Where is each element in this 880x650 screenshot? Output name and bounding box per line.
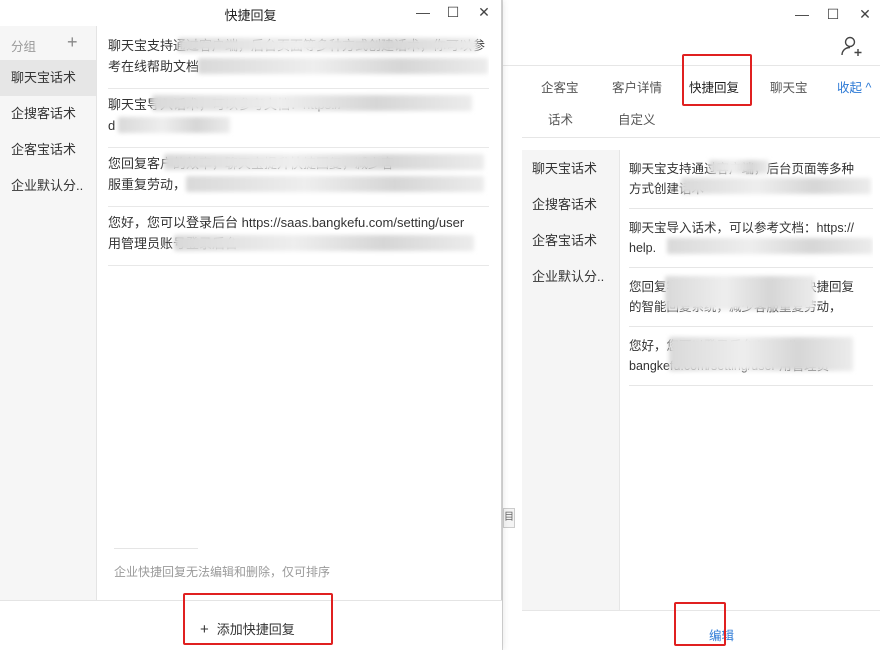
titlebar: 快捷回复 — ☐ ✕ xyxy=(0,0,501,26)
redaction xyxy=(669,337,853,371)
divider xyxy=(114,548,198,549)
bg-group-item[interactable]: 企客宝话术 xyxy=(532,230,597,249)
bg-group-sidebar: 聊天宝话术 企搜客话术 企客宝话术 企业默认分.. xyxy=(522,150,620,610)
highlight-box xyxy=(674,602,726,646)
subtab-scripts[interactable]: 话术 xyxy=(548,109,573,128)
bg-titlebar: — ☐ ✕ xyxy=(503,0,880,30)
reply-item[interactable]: 您回复客户的效率，聊天宝提升快捷回复，减少客 服重复劳动， xyxy=(108,148,489,207)
reply-item[interactable]: 聊天宝支持通过客户端，后台页面等多种方式创建话术，你可以参 考在线帮助文档 xyxy=(108,30,489,89)
enterprise-note: 企业快捷回复无法编辑和删除，仅可排序 xyxy=(114,565,331,579)
reply-text: 聊天宝导入话术，可以参考文档：https:// xyxy=(629,221,855,235)
group-header: 分组 + xyxy=(0,26,96,60)
reply-list: 聊天宝支持通过客户端，后台页面等多种方式创建话术，你可以参 考在线帮助文档 聊天… xyxy=(108,30,489,266)
group-item-qisouke[interactable]: 企搜客话术 xyxy=(0,96,96,132)
bg-reply-item[interactable]: 您回复客户的效率，聊天宝提升快捷回复 的智能回复系统，减少客服重复劳动， xyxy=(629,268,873,327)
bg-group-item[interactable]: 企业默认分.. xyxy=(532,266,604,285)
close-icon[interactable]: ✕ xyxy=(854,4,876,24)
group-item-liaotianbao[interactable]: 聊天宝话术 xyxy=(0,60,96,96)
bg-reply-item[interactable]: 聊天宝导入话术，可以参考文档：https:// help. xyxy=(629,209,873,268)
redaction xyxy=(665,276,815,310)
bg-reply-item[interactable]: 聊天宝支持通过客户端，后台页面等多种 方式创建话术 xyxy=(629,150,873,209)
bg-group-item[interactable]: 企搜客话术 xyxy=(532,194,597,213)
redaction xyxy=(164,154,484,170)
add-group-icon[interactable]: + xyxy=(67,32,83,52)
chevron-up-icon: ^ xyxy=(865,81,872,95)
reply-item[interactable]: 您好，您可以登录后台 https://saas.bangkefu.com/set… xyxy=(108,207,489,266)
highlight-box xyxy=(682,54,752,106)
maximize-icon[interactable]: ☐ xyxy=(822,4,844,24)
minimize-icon[interactable]: — xyxy=(791,4,813,24)
collapse-button[interactable]: 收起 ^ xyxy=(837,77,871,96)
highlight-box xyxy=(183,593,333,645)
quick-reply-window: 快捷回复 — ☐ ✕ 分组 + 聊天宝话术 企搜客话术 企客宝话术 企业默认分.… xyxy=(0,0,502,650)
bg-reply-item[interactable]: 您好，您可以登录后台 https://saas. bangkefu.com/se… xyxy=(629,327,873,386)
reply-item[interactable]: 聊天宝导入话术，可以参考文档：https:// d xyxy=(108,89,489,148)
group-sidebar: 分组 + 聊天宝话术 企搜客话术 企客宝话术 企业默认分.. xyxy=(0,26,97,600)
redaction xyxy=(152,95,472,111)
redaction xyxy=(709,160,769,174)
redaction xyxy=(667,238,873,254)
tab-qikebao[interactable]: 企客宝 xyxy=(541,77,579,96)
panel-toggle-icon[interactable]: 目 xyxy=(503,508,515,528)
bg-reply-list: 聊天宝支持通过客户端，后台页面等多种 方式创建话术 聊天宝导入话术，可以参考文档… xyxy=(629,150,873,386)
bg-group-item[interactable]: 聊天宝话术 xyxy=(532,158,597,177)
redaction xyxy=(681,178,871,194)
group-item-enterprise-default[interactable]: 企业默认分.. xyxy=(0,168,96,204)
redaction xyxy=(178,38,478,52)
redaction xyxy=(174,235,474,251)
tab-liaotianbao[interactable]: 聊天宝 xyxy=(770,77,808,96)
group-header-label: 分组 xyxy=(11,40,37,54)
redaction xyxy=(198,58,488,74)
minimize-icon[interactable]: — xyxy=(412,2,434,22)
subtab-custom[interactable]: 自定义 xyxy=(618,109,656,128)
group-item-qikebao[interactable]: 企客宝话术 xyxy=(0,132,96,168)
tab-customer-detail[interactable]: 客户详情 xyxy=(612,77,662,96)
redaction xyxy=(186,176,484,192)
close-icon[interactable]: ✕ xyxy=(473,2,495,22)
collapse-label: 收起 xyxy=(837,81,863,95)
reply-text: 您好，您可以登录后台 https://saas.bangkefu.com/set… xyxy=(108,215,465,230)
maximize-icon[interactable]: ☐ xyxy=(442,2,464,22)
redaction xyxy=(118,117,230,133)
add-user-icon[interactable] xyxy=(840,34,864,58)
